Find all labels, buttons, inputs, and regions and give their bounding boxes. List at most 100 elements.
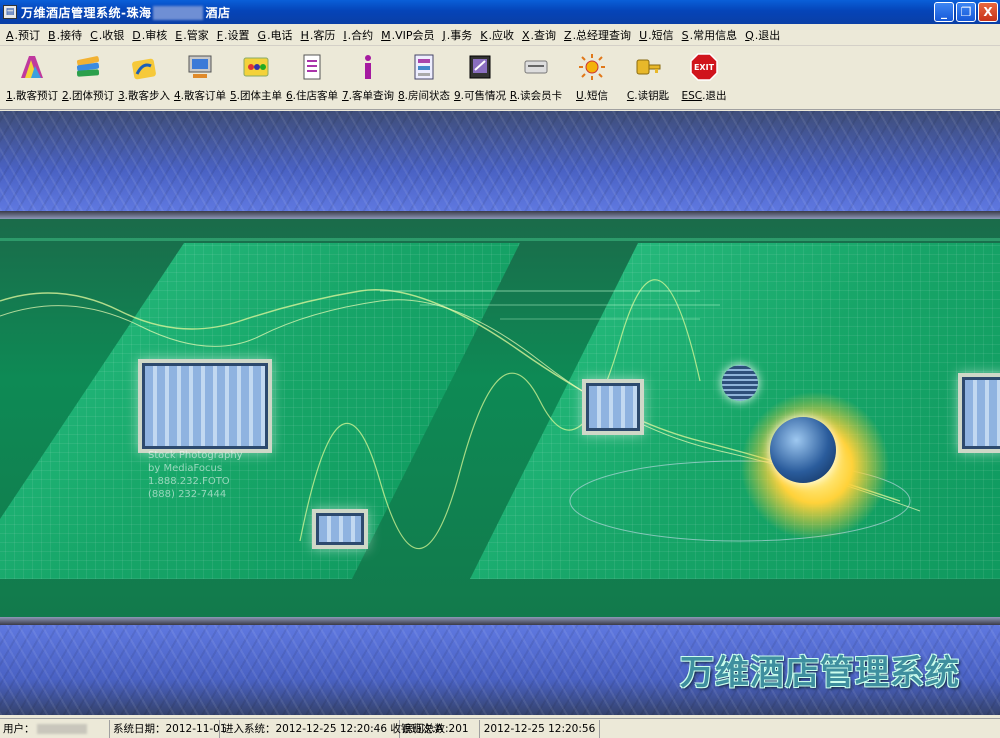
menu-item-4[interactable]: E.管家 <box>171 27 212 43</box>
menu-item-label: .VIP会员 <box>391 28 435 42</box>
brand-logo-text: 万维酒店管理系统 <box>680 653 960 693</box>
toolbar-label: 6.住店客单 <box>286 88 338 103</box>
user-label: 用户： <box>3 723 35 735</box>
menu-item-key: B <box>48 28 56 42</box>
toolbar-text: .散客步入 <box>124 90 171 102</box>
menu-item-label: .常用信息 <box>689 28 738 42</box>
toolbar-key: U <box>575 90 584 102</box>
toolbar-button-5[interactable]: 6.住店客单 <box>284 46 340 108</box>
toolbar-label: 1.散客预订 <box>6 88 58 103</box>
menu-item-10[interactable]: J.事务 <box>439 27 477 43</box>
toolbar-label: 8.房间状态 <box>398 88 450 103</box>
toolbar-button-4[interactable]: 5.团体主单 <box>228 46 284 108</box>
title-bar[interactable]: ▤ 万维酒店管理系统-珠海 酒店 _ ❐ X <box>0 0 1000 24</box>
toolbar-label: R.读会员卡 <box>510 88 562 103</box>
toolbar-button-11[interactable]: C.读钥匙 <box>620 46 676 108</box>
menu-item-12[interactable]: X.查询 <box>518 27 560 43</box>
toolbar-label: U.短信 <box>576 88 608 103</box>
menu-item-3[interactable]: D.审核 <box>128 27 171 43</box>
toolbar-key: ESC <box>681 90 703 102</box>
window-title-prefix: 万维酒店管理系统-珠海 <box>21 5 152 20</box>
menu-item-label: .总经理查询 <box>572 28 632 42</box>
toolbar-button-6[interactable]: 7.客单查询 <box>340 46 396 108</box>
menu-item-label: .设置 <box>224 28 250 42</box>
close-button[interactable]: X <box>978 2 998 22</box>
menu-item-key: F <box>216 28 224 42</box>
toolbar-label: 9.可售情况 <box>454 88 506 103</box>
menu-item-key: M <box>381 28 391 42</box>
toolbar-button-8[interactable]: 9.可售情况 <box>452 46 508 108</box>
toolbar-text: .团体预订 <box>68 90 115 102</box>
toolbar-text: .短信 <box>583 90 609 102</box>
toolbar-key: 5 <box>229 90 237 102</box>
toolbar-button-7[interactable]: 8.房间状态 <box>396 46 452 108</box>
menu-item-11[interactable]: K.应收 <box>476 27 518 43</box>
menu-item-key: I <box>343 28 347 42</box>
menu-item-1[interactable]: B.接待 <box>44 27 86 43</box>
toolbar-key: R <box>509 90 517 102</box>
small-globe <box>722 365 758 401</box>
toolbar-button-1[interactable]: 2.团体预订 <box>60 46 116 108</box>
toolbar-key: 3 <box>117 90 125 102</box>
menu-item-key: C <box>90 28 98 42</box>
menu-item-16[interactable]: Q.退出 <box>741 27 784 43</box>
computer-icon <box>183 50 217 84</box>
menu-item-key: A <box>6 28 14 42</box>
toolbar-button-12[interactable]: EXIT ESC.退出 <box>676 46 732 108</box>
menu-item-9[interactable]: M.VIP会员 <box>377 27 438 43</box>
toolbar-key: 8 <box>397 90 405 102</box>
menu-item-key: H <box>300 28 309 42</box>
menu-item-label: .应收 <box>488 28 514 42</box>
menu-item-15[interactable]: S.常用信息 <box>678 27 741 43</box>
exit-icon: EXIT <box>687 50 721 84</box>
toolbar-key: 4 <box>173 90 181 102</box>
menu-item-key: S <box>681 28 689 42</box>
menu-item-7[interactable]: H.客历 <box>297 27 340 43</box>
toolbar-label: 3.散客步入 <box>118 88 170 103</box>
menu-item-6[interactable]: G.电话 <box>254 27 297 43</box>
menu-item-label: .电话 <box>267 28 293 42</box>
redacted-hotel-name <box>153 6 204 20</box>
menu-item-label: .退出 <box>754 28 781 42</box>
toolbar-text: .读会员卡 <box>516 90 563 102</box>
restore-button[interactable]: ❐ <box>956 2 976 22</box>
menu-item-2[interactable]: C.收银 <box>86 27 128 43</box>
toolbar-button-9[interactable]: R.读会员卡 <box>508 46 564 108</box>
toolbar-label: 2.团体预订 <box>62 88 114 103</box>
menu-item-13[interactable]: Z.总经理查询 <box>560 27 635 43</box>
menu-item-8[interactable]: I.合约 <box>339 27 377 43</box>
menu-item-0[interactable]: A.预订 <box>2 27 44 43</box>
toolbar-button-3[interactable]: 4.散客订单 <box>172 46 228 108</box>
status-rooms: 房间总数:201 <box>400 719 480 738</box>
stock-watermark: Stock Photography by MediaFocus 1.888.23… <box>148 449 243 501</box>
toolbar-text: .退出 <box>702 90 727 102</box>
menu-item-key: D <box>132 28 141 42</box>
banner-image: Stock Photography by MediaFocus 1.888.23… <box>0 111 1000 715</box>
menu-item-5[interactable]: F.设置 <box>213 27 254 43</box>
toolbar-key: 6 <box>285 90 293 102</box>
menu-item-14[interactable]: U.短信 <box>635 27 678 43</box>
card-reader-icon <box>519 50 553 84</box>
key-icon <box>631 50 665 84</box>
toolbar-text: .住店客单 <box>292 90 339 102</box>
toolbar: 1.散客预订 2.团体预订 3.散客步入 4.散客订单 5.团体主单 6.住店客单 7.客单… <box>0 46 1000 110</box>
available-rooms-icon <box>463 50 497 84</box>
toolbar-text: .散客订单 <box>180 90 227 102</box>
app-icon[interactable]: ▤ <box>3 5 17 19</box>
menu-item-label: .事务 <box>446 28 473 42</box>
globe <box>770 417 836 483</box>
toolbar-label: ESC.退出 <box>682 88 727 103</box>
toolbar-button-2[interactable]: 3.散客步入 <box>116 46 172 108</box>
toolbar-button-10[interactable]: U.短信 <box>564 46 620 108</box>
stock-line-3: 1.888.232.FOTO <box>148 476 230 487</box>
toolbar-label: 4.散客订单 <box>174 88 226 103</box>
pen-palette-icon <box>15 50 49 84</box>
divider-top <box>0 211 1000 219</box>
menu-bar: A.预订 B.接待 C.收银 D.审核 E.管家 F.设置 G.电话 H.客历 I.合约 M.VI… <box>0 24 1000 46</box>
toolbar-label: 7.客单查询 <box>342 88 394 103</box>
minimize-button[interactable]: _ <box>934 2 954 22</box>
stacked-books-icon <box>71 50 105 84</box>
menu-item-label: .短信 <box>648 28 674 42</box>
toolbar-button-0[interactable]: 1.散客预订 <box>4 46 60 108</box>
menu-item-label: .管家 <box>183 28 209 42</box>
